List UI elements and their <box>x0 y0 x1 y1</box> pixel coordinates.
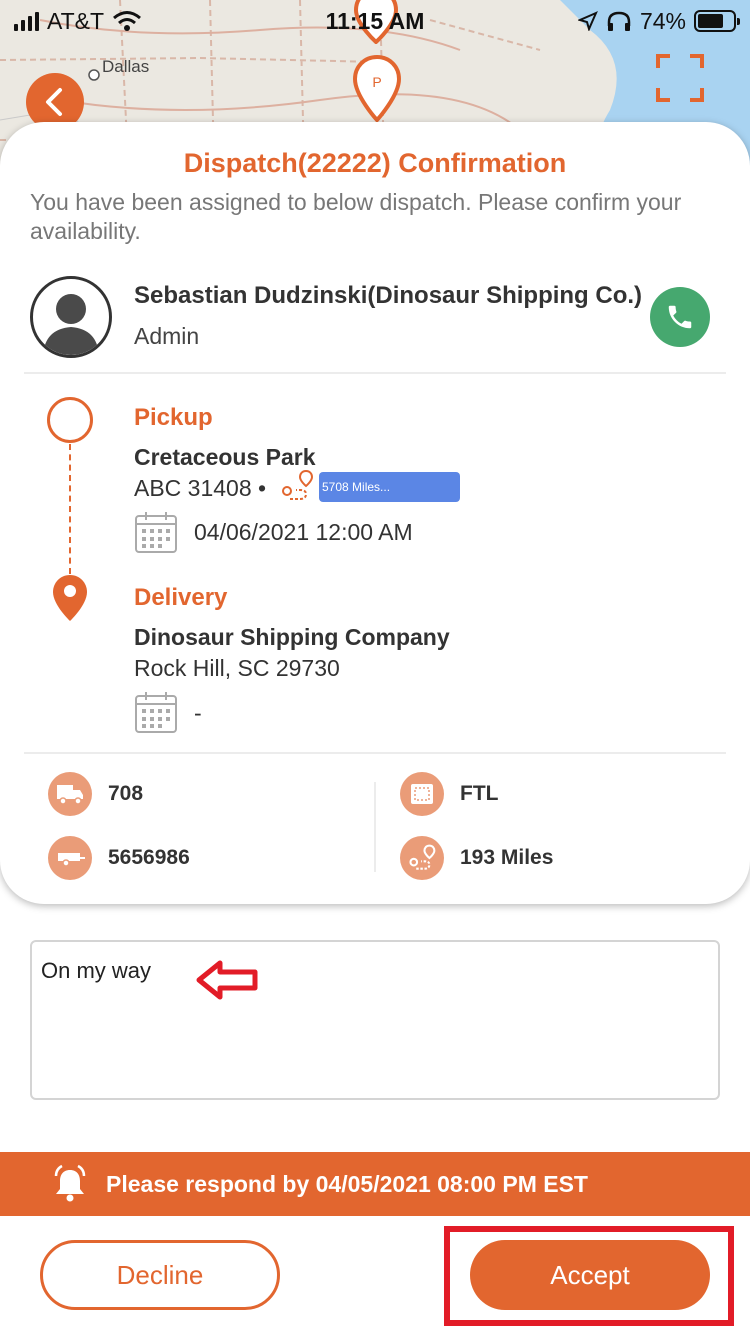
battery-percent: 74% <box>639 7 686 34</box>
distance-icon <box>400 836 444 880</box>
person-icon <box>43 294 99 355</box>
pickup-date: 04/06/2021 12:00 AM <box>194 519 413 545</box>
delivery-name: Dinosaur Shipping Company <box>134 624 450 650</box>
carrier-label: AT&T <box>47 7 105 34</box>
card-subtitle: You have been assigned to below dispatch… <box>30 189 682 244</box>
divider <box>24 752 726 754</box>
route-icon <box>282 469 314 500</box>
wifi-icon <box>113 11 142 31</box>
respond-deadline-banner: Please respond by 04/05/2021 08:00 PM ES… <box>0 1152 750 1216</box>
dispatch-card: Dispatch(22222) Confirmation You have be… <box>0 122 750 904</box>
pickup-marker-icon <box>47 397 93 443</box>
fullscreen-icon <box>656 54 704 102</box>
trailer-icon <box>48 836 92 880</box>
avatar <box>30 276 112 358</box>
map-pin-pickup[interactable]: P <box>352 54 402 129</box>
timeline-connector <box>69 444 71 574</box>
bell-alarm-icon <box>54 1164 86 1202</box>
location-arrow-icon <box>577 11 598 31</box>
headphones-icon <box>607 11 631 31</box>
map-pin-label: P <box>372 74 381 90</box>
delivery-address: Rock Hill, SC 29730 <box>134 655 340 681</box>
pickup-address: ABC 31408 • <box>134 475 267 501</box>
chevron-left-icon <box>46 88 62 116</box>
delivery-pin-icon <box>53 575 87 621</box>
divider <box>24 372 726 374</box>
card-title: Dispatch(22222) Confirmation <box>183 148 567 178</box>
load-type-icon <box>400 772 444 816</box>
truck-number: 708 <box>108 782 144 805</box>
arrow-left-icon <box>196 960 258 1000</box>
distance: 193 Miles <box>460 846 554 869</box>
contact-name: Sebastian Dudzinski(Dinosaur Shipping Co… <box>134 282 643 309</box>
status-bar: AT&T 11:15 AM 74% <box>0 0 750 42</box>
map-city-label: Dallas <box>102 57 150 76</box>
pickup-label: Pickup <box>134 404 213 431</box>
signal-icon <box>14 11 39 31</box>
trailer-number: 5656986 <box>108 846 190 869</box>
truck-icon <box>48 772 92 816</box>
phone-icon <box>668 305 692 329</box>
calendar-icon <box>135 512 177 553</box>
contact-role: Admin <box>134 323 200 349</box>
delivery-date: - <box>194 700 202 726</box>
miles-badge[interactable]: 5708 Miles... <box>319 472 460 502</box>
call-button[interactable] <box>650 287 710 347</box>
calendar-icon <box>135 692 177 733</box>
pickup-name: Cretaceous Park <box>134 444 316 470</box>
decline-button[interactable]: Decline <box>40 1240 280 1310</box>
accept-button[interactable]: Accept <box>470 1240 710 1310</box>
info-divider <box>374 782 376 872</box>
battery-icon <box>694 10 740 32</box>
fullscreen-button[interactable] <box>656 54 704 102</box>
note-input[interactable]: On my way <box>30 940 720 1100</box>
load-type: FTL <box>460 782 499 805</box>
respond-deadline-text: Please respond by 04/05/2021 08:00 PM ES… <box>106 1170 588 1197</box>
delivery-label: Delivery <box>134 584 228 611</box>
